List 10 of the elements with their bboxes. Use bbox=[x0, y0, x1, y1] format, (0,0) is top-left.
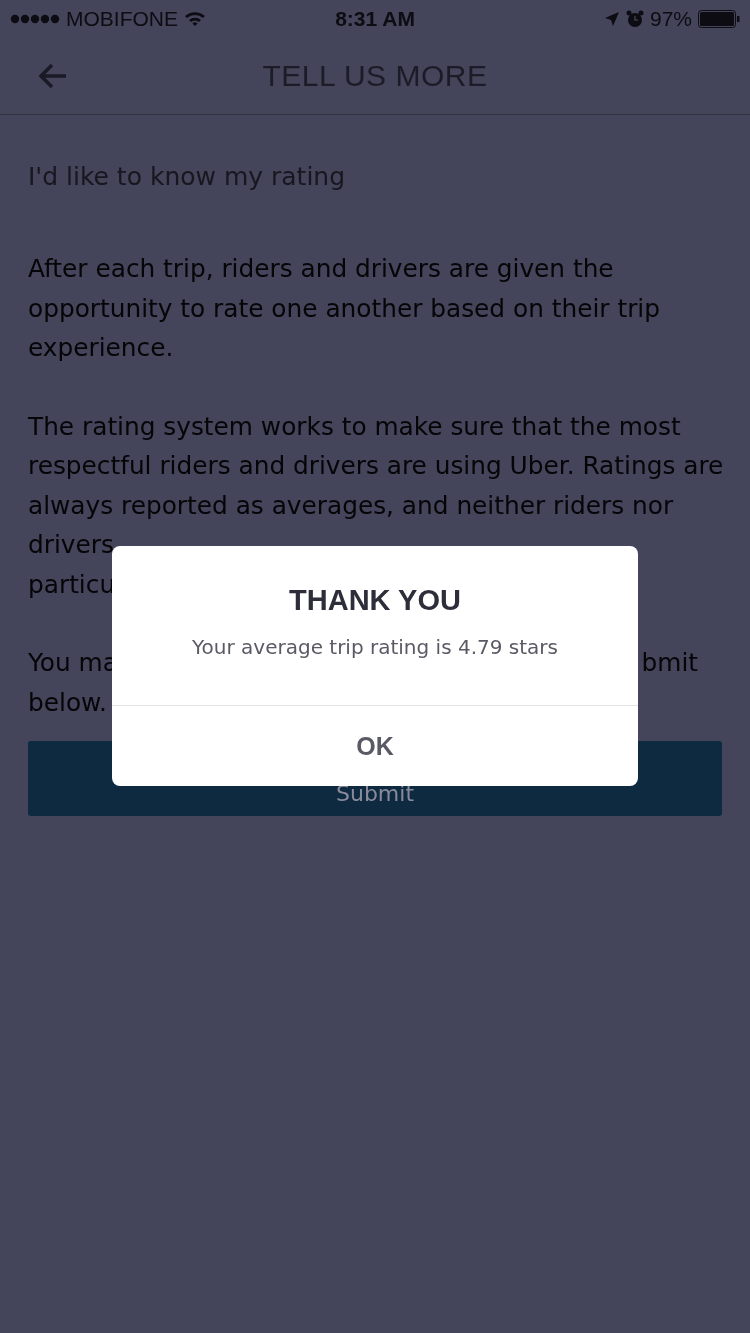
clock-time: 8:31 AM bbox=[335, 7, 415, 31]
battery-percent: 97% bbox=[649, 7, 692, 31]
paragraph-fragment: bmit bbox=[641, 647, 698, 679]
dialog-message: Your average trip rating is 4.79 stars bbox=[192, 635, 558, 659]
paragraph: After each trip, riders and drivers are given the opportunity to rate one another based on their trip experience. bbox=[28, 253, 661, 364]
dialog-title: THANK YOU bbox=[289, 584, 461, 617]
paragraph-fragment: below. bbox=[28, 686, 107, 719]
section-heading: I'd like to know my rating bbox=[28, 161, 347, 193]
paragraph-fragment: particu bbox=[28, 568, 116, 601]
carrier-name: MOBIFONE bbox=[66, 7, 178, 31]
